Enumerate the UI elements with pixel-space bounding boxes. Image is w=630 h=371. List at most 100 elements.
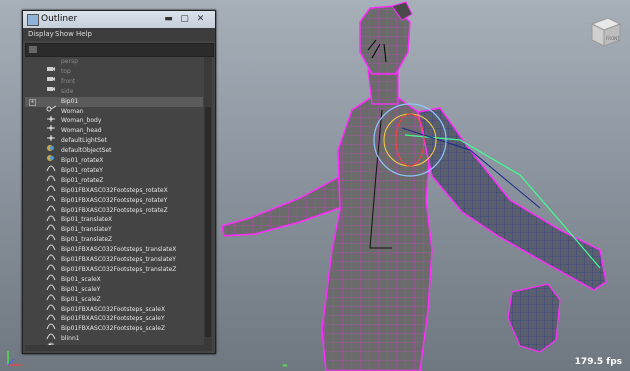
animcurve-icon <box>46 266 56 281</box>
animcurve-icon <box>46 306 56 320</box>
outliner-item-label: side <box>61 87 74 95</box>
horizontal-scrollbar[interactable] <box>25 345 212 351</box>
animcurve-icon <box>46 167 56 182</box>
outliner-item[interactable]: Bip01FBXASC032Footsteps_translateZ <box>25 265 203 281</box>
outliner-item[interactable]: front <box>25 77 203 91</box>
fps-readout: 179.5 fps <box>574 357 622 367</box>
animcurve-icon <box>46 187 56 201</box>
animcurve-icon <box>46 286 56 300</box>
outliner-item-label: Bip01FBXASC032Footsteps_scaleZ <box>61 325 166 333</box>
vertical-scrollbar[interactable] <box>204 57 212 345</box>
outliner-item-label: Bip01 <box>61 97 79 105</box>
outliner-item[interactable]: + Bip01 <box>25 96 203 112</box>
outliner-titlebar[interactable]: Outliner ▬ ▢ ✕ <box>23 11 215 29</box>
outliner-item[interactable]: Woman <box>25 107 203 122</box>
minimize-button[interactable]: ▬ <box>163 14 174 24</box>
animcurve-icon <box>46 177 56 191</box>
outliner-item-label: Bip01FBXASC032Footsteps_scaleY <box>61 315 165 323</box>
outliner-item-label: Bip01_scaleX <box>61 275 101 283</box>
animcurve-icon <box>46 246 56 261</box>
outliner-item[interactable]: Bip01FBXASC032Footsteps_rotateZ <box>25 206 203 221</box>
outliner-item[interactable]: Bip01FBXASC032Footsteps_translateX <box>25 245 203 261</box>
outliner-item-label: Bip01FBXASC032Footsteps_rotateZ <box>61 206 168 214</box>
outliner-item-label: Woman_head <box>61 127 102 135</box>
outliner-item[interactable]: Woman_body <box>25 116 203 132</box>
camera-icon <box>46 68 56 81</box>
filter-field[interactable] <box>25 43 214 57</box>
scroll-thumb[interactable] <box>205 107 211 337</box>
close-button[interactable]: ✕ <box>195 14 206 24</box>
animcurve-icon <box>46 315 56 330</box>
outliner-item[interactable]: Bip01_translateY <box>25 225 203 241</box>
outliner-item-label: Bip01FBXASC032Footsteps_rotateX <box>61 186 168 194</box>
outliner-item-label: Bip01_scaleZ <box>61 295 101 303</box>
outliner-item[interactable]: Bip01_translateZ <box>25 235 203 251</box>
outliner-item-label: Bip01_translateY <box>61 226 112 234</box>
animcurve-icon <box>46 256 56 271</box>
outliner-item[interactable]: Bip01FBXASC032Footsteps_rotateY <box>25 196 203 211</box>
menu-display[interactable]: Display <box>28 30 54 38</box>
camera-icon <box>46 88 56 101</box>
outliner-item-label: Bip01_translateZ <box>61 236 113 244</box>
animcurve-icon <box>46 276 56 290</box>
outliner-item-label: Bip01_rotateY <box>61 166 103 174</box>
outliner-item-label: persp <box>61 58 78 65</box>
outliner-item-label: Bip01FBXASC032Footsteps_translateZ <box>61 265 177 273</box>
outliner-item[interactable]: blinn1 <box>25 334 203 345</box>
animcurve-icon <box>46 296 56 310</box>
animcurve-icon <box>46 216 56 231</box>
outliner-item-label: Bip01FBXASC032Footsteps_translateX <box>61 246 177 254</box>
outliner-item[interactable]: top <box>25 67 203 81</box>
outliner-item-label: Bip01_scaleY <box>61 285 101 293</box>
view-label-marker: ▬ <box>282 362 288 369</box>
outliner-item[interactable]: Bip01_rotateZ <box>25 176 203 191</box>
outliner-item[interactable]: Bip01FBXASC032Footsteps_scaleZ <box>25 324 203 340</box>
viewcube[interactable]: FRONT <box>586 14 622 48</box>
outliner-item-label: Bip01FBXASC032Footsteps_scaleX <box>61 305 166 313</box>
filter-icon[interactable] <box>29 46 37 53</box>
expand-toggle[interactable]: + <box>29 98 36 106</box>
outliner-item[interactable]: Bip01FBXASC032Footsteps_scaleX <box>25 305 203 320</box>
camera-icon <box>46 58 56 71</box>
outliner-item[interactable]: Bip01FBXASC032Footsteps_rotateX <box>25 186 203 201</box>
outliner-item-label: top <box>61 67 71 75</box>
material-icon <box>46 335 56 345</box>
set-icon <box>46 147 56 162</box>
outliner-item-label: Bip01_translateX <box>61 216 113 224</box>
outliner-item[interactable]: Bip01FBXASC032Footsteps_translateY <box>25 255 203 271</box>
animcurve-icon <box>46 226 56 241</box>
maximize-button[interactable]: ▢ <box>179 14 190 24</box>
animcurve-icon <box>46 207 56 221</box>
outliner-item-label: Woman <box>61 107 84 115</box>
animcurve-icon <box>46 157 56 172</box>
outliner-list[interactable]: persp top front side + Bip01 Woman Woman_body Wo… <box>25 57 203 345</box>
outliner-item[interactable]: Bip01FBXASC032Footsteps_scaleY <box>25 314 203 330</box>
outliner-item-label: Bip01_rotateX <box>61 157 104 164</box>
viewcube-face-label: FRONT <box>606 36 620 41</box>
outliner-window[interactable]: Outliner ▬ ▢ ✕ Display Show Help persp to… <box>22 10 216 354</box>
transform-icon <box>46 127 56 142</box>
outliner-item[interactable]: defaultLightSet <box>25 136 203 152</box>
outliner-item-label: front <box>61 77 76 85</box>
outliner-item[interactable]: Bip01_rotateX <box>25 156 203 172</box>
outliner-item[interactable]: Bip01_scaleY <box>25 285 203 300</box>
outliner-item[interactable]: Woman_head <box>25 126 203 142</box>
outliner-item[interactable]: Bip01_rotateY <box>25 166 203 182</box>
app-icon <box>27 14 39 26</box>
outliner-item[interactable]: Bip01_translateX <box>25 215 203 231</box>
outliner-item[interactable]: Bip01_scaleZ <box>25 295 203 310</box>
menu-show[interactable]: Show <box>55 30 74 38</box>
outliner-title: Outliner <box>41 14 78 24</box>
transform-icon <box>46 108 56 122</box>
outliner-item-label: Woman_body <box>61 117 102 125</box>
menu-help[interactable]: Help <box>76 30 92 38</box>
outliner-item[interactable]: side <box>25 87 203 101</box>
set-icon <box>46 137 56 152</box>
outliner-item-label: blinn1 <box>61 335 80 343</box>
outliner-item[interactable]: Bip01_scaleX <box>25 275 203 290</box>
outliner-item-label: Bip01_rotateZ <box>61 176 104 184</box>
outliner-item-label: Bip01FBXASC032Footsteps_rotateY <box>61 196 168 204</box>
outliner-item[interactable]: defaultObjectSet <box>25 146 203 162</box>
joint-icon <box>46 98 57 112</box>
outliner-item[interactable]: persp <box>25 57 203 71</box>
